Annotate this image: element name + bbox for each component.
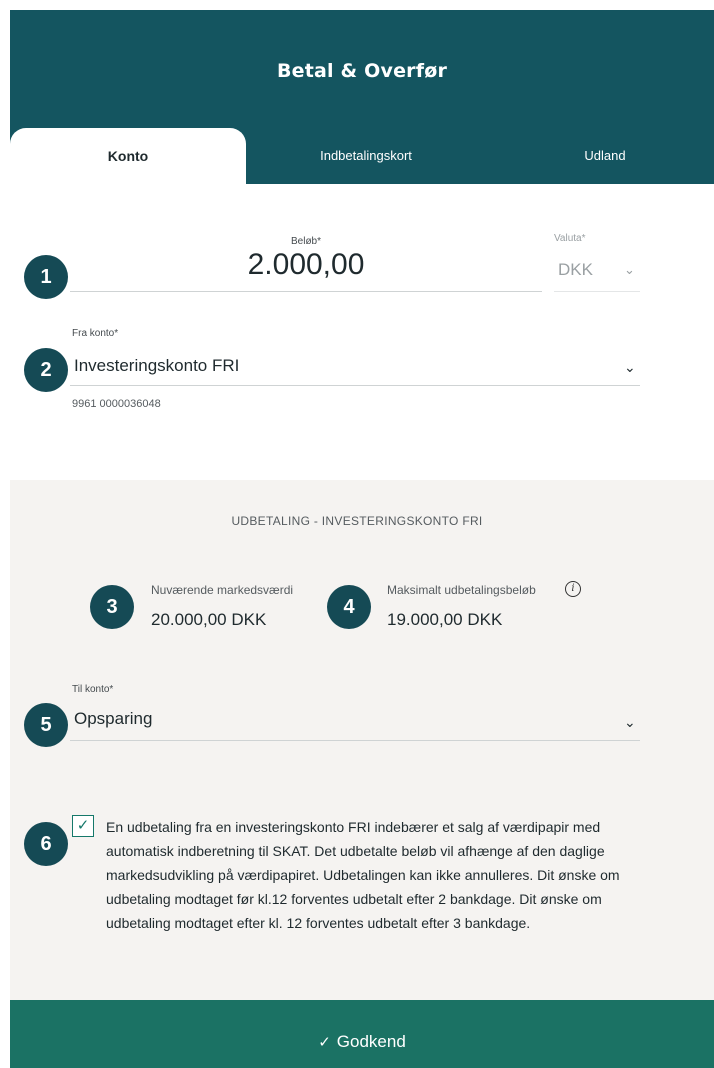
- from-account-select[interactable]: Investeringskonto FRI: [74, 356, 239, 376]
- header: Betal & Overfør Konto Indbetalingskort U…: [10, 10, 714, 184]
- amount-underline: [70, 291, 542, 292]
- chevron-down-icon[interactable]: ⌄: [624, 714, 636, 731]
- currency-underline: [554, 291, 640, 292]
- terms-checkbox[interactable]: ✓: [72, 815, 94, 837]
- max-payout-label: Maksimalt udbetalingsbeløb: [387, 583, 536, 597]
- currency-label: Valuta*: [554, 233, 586, 244]
- from-account-number: 9961 0000036048: [72, 398, 161, 410]
- from-account-label: Fra konto*: [72, 328, 119, 339]
- chevron-down-icon[interactable]: ⌄: [624, 359, 636, 376]
- section-title: UDBETALING - INVESTERINGSKONTO FRI: [231, 514, 483, 528]
- to-account-label: Til konto*: [72, 684, 114, 695]
- tab-indbetalingskort[interactable]: Indbetalingskort: [256, 128, 476, 184]
- amount-label: Beløb*: [290, 236, 321, 247]
- from-account-underline: [70, 385, 640, 386]
- terms-text: En udbetaling fra en investeringskonto F…: [106, 819, 620, 931]
- max-payout-value: 19.000,00 DKK: [387, 610, 503, 629]
- checkmark-icon: ✓: [318, 1034, 331, 1051]
- step-badge-6: 6: [24, 822, 68, 866]
- chevron-down-icon[interactable]: ⌄: [624, 262, 635, 278]
- step-badge-4: 4: [327, 585, 371, 629]
- amount-input[interactable]: 2.000,00: [70, 248, 542, 282]
- tab-udland[interactable]: Udland: [520, 128, 690, 184]
- currency-select[interactable]: DKK: [558, 260, 593, 280]
- step-badge-1: 1: [24, 255, 68, 299]
- page-title: Betal & Overfør: [276, 60, 448, 82]
- market-value: 20.000,00 DKK: [151, 610, 267, 629]
- approve-button[interactable]: ✓ Godkend: [10, 1000, 714, 1068]
- info-icon[interactable]: i: [565, 581, 581, 597]
- to-account-select[interactable]: Opsparing: [74, 709, 152, 729]
- step-badge-5: 5: [24, 703, 68, 747]
- market-value-label: Nuværende markedsværdi: [151, 583, 294, 597]
- step-badge-2: 2: [24, 348, 68, 392]
- step-badge-3: 3: [90, 585, 134, 629]
- approve-label: Godkend: [336, 1032, 406, 1051]
- tab-konto[interactable]: Konto: [10, 128, 246, 184]
- to-account-underline: [70, 740, 640, 741]
- checkmark-icon: ✓: [76, 817, 90, 834]
